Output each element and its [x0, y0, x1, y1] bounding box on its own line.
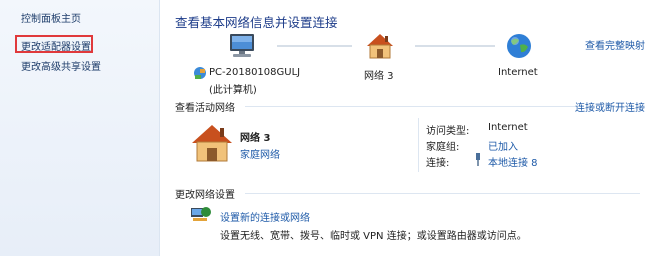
computer-icon: [230, 34, 254, 57]
new-connection-description: 设置无线、宽带、拨号、临时或 VPN 连接；或设置路由器或访问点。: [220, 231, 527, 242]
map-line-pc-network: [277, 45, 352, 47]
pc-name: PC-20180108GULJ: [209, 67, 301, 78]
new-connection-link[interactable]: 设置新的连接或网络: [220, 209, 310, 224]
access-type-value: Internet: [488, 122, 528, 133]
main-content: 查看基本网络信息并设置连接 查看完整映射 PC-20180108GULJ (此计…: [160, 0, 650, 256]
change-settings-divider: [245, 193, 640, 194]
map-line-network-internet: [415, 45, 495, 47]
network-small-icon: [194, 67, 206, 79]
connection-label: 连接:: [426, 158, 450, 169]
detail-divider: [418, 118, 419, 172]
house-icon: [192, 125, 232, 162]
homegroup-link[interactable]: 已加入: [488, 138, 518, 153]
map-internet-label: Internet: [498, 67, 538, 78]
change-settings-title: 更改网络设置: [175, 190, 235, 201]
sidebar-item-control-panel-home[interactable]: 控制面板主页: [21, 10, 81, 25]
active-networks-title: 查看活动网络: [175, 103, 235, 114]
active-network-name: 网络 3: [240, 133, 271, 144]
connect-disconnect-link[interactable]: 连接或断开连接: [575, 99, 645, 114]
house-icon: [367, 34, 393, 59]
map-network-name: 网络 3: [364, 71, 394, 82]
pc-subtitle: (此计算机): [209, 85, 257, 96]
cable-icon: [476, 153, 480, 166]
globe-icon: [507, 34, 531, 58]
network-type-link[interactable]: 家庭网络: [240, 146, 280, 161]
new-connection-icon: [191, 207, 211, 221]
active-networks-divider: [245, 106, 575, 107]
page-title: 查看基本网络信息并设置连接: [175, 15, 338, 30]
homegroup-label: 家庭组:: [426, 142, 460, 153]
connection-link[interactable]: 本地连接 8: [488, 154, 538, 169]
see-full-map-link[interactable]: 查看完整映射: [585, 37, 645, 52]
sidebar-item-advanced-sharing[interactable]: 更改高级共享设置: [21, 58, 101, 73]
access-type-label: 访问类型:: [426, 126, 470, 137]
sidebar: 控制面板主页 更改适配器设置 更改高级共享设置: [0, 0, 160, 256]
sidebar-item-change-adapter-settings[interactable]: 更改适配器设置: [21, 38, 91, 53]
